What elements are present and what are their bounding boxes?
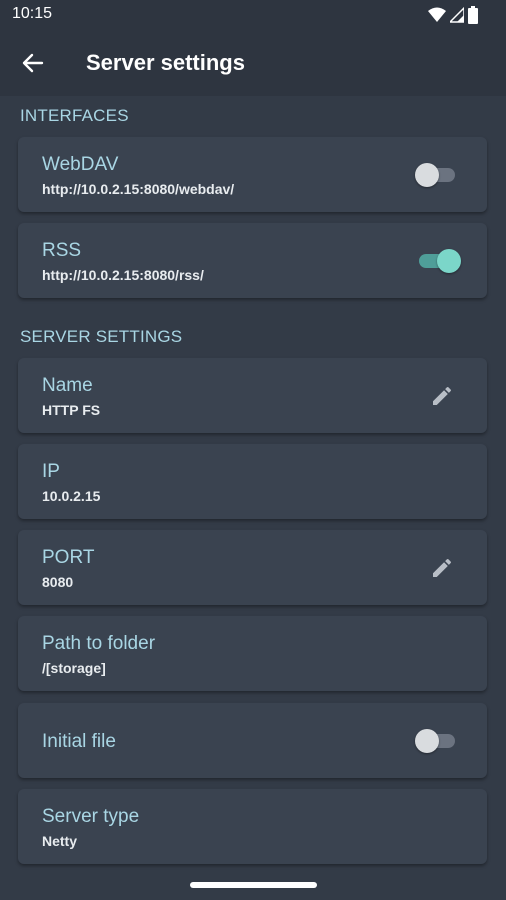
gesture-nav-handle[interactable] [190,882,317,888]
initial-file-card[interactable]: Initial file [18,703,487,778]
webdav-url: http://10.0.2.15:8080/webdav/ [42,181,235,197]
status-bar: 10:15 [0,0,506,30]
server-type-card[interactable]: Server type Netty [18,789,487,864]
name-card[interactable]: Name HTTP FS [18,358,487,433]
webdav-card[interactable]: WebDAV http://10.0.2.15:8080/webdav/ [18,137,487,212]
page-title: Server settings [86,50,245,75]
battery-icon [468,6,478,24]
status-icons [428,6,478,24]
rss-card[interactable]: RSS http://10.0.2.15:8080/rss/ [18,223,487,298]
server-type-title: Server type [42,806,140,827]
initial-file-title: Initial file [42,731,116,752]
arrow-back-icon [22,53,44,73]
edit-port-button[interactable] [427,553,457,583]
section-header-server-settings: SERVER SETTINGS [20,327,183,346]
webdav-toggle[interactable] [415,157,455,193]
rss-toggle[interactable] [415,243,461,279]
app-bar: Server settings [0,30,506,96]
ip-card[interactable]: IP 10.0.2.15 [18,444,487,519]
webdav-title: WebDAV [42,154,119,175]
toggle-thumb [415,729,439,753]
path-card[interactable]: Path to folder /[storage] [18,616,487,691]
ip-title: IP [42,461,60,482]
edit-name-button[interactable] [427,381,457,411]
server-type-value: Netty [42,833,78,849]
ip-value: 10.0.2.15 [42,488,101,504]
rss-url: http://10.0.2.15:8080/rss/ [42,267,204,283]
name-value: HTTP FS [42,402,101,418]
wifi-icon [428,7,446,22]
signal-icon [450,7,464,23]
toggle-thumb [415,163,439,187]
initial-file-toggle[interactable] [415,723,455,759]
rss-title: RSS [42,240,82,261]
toggle-thumb [437,249,461,273]
status-time: 10:15 [12,5,53,22]
port-card[interactable]: PORT 8080 [18,530,487,605]
port-title: PORT [42,547,95,568]
pencil-icon [433,558,452,577]
pencil-icon [433,386,452,405]
path-title: Path to folder [42,633,156,654]
port-value: 8080 [42,574,74,590]
section-header-interfaces: INTERFACES [20,106,129,125]
path-value: /[storage] [42,660,106,676]
back-button[interactable] [16,46,50,80]
name-title: Name [42,375,93,396]
